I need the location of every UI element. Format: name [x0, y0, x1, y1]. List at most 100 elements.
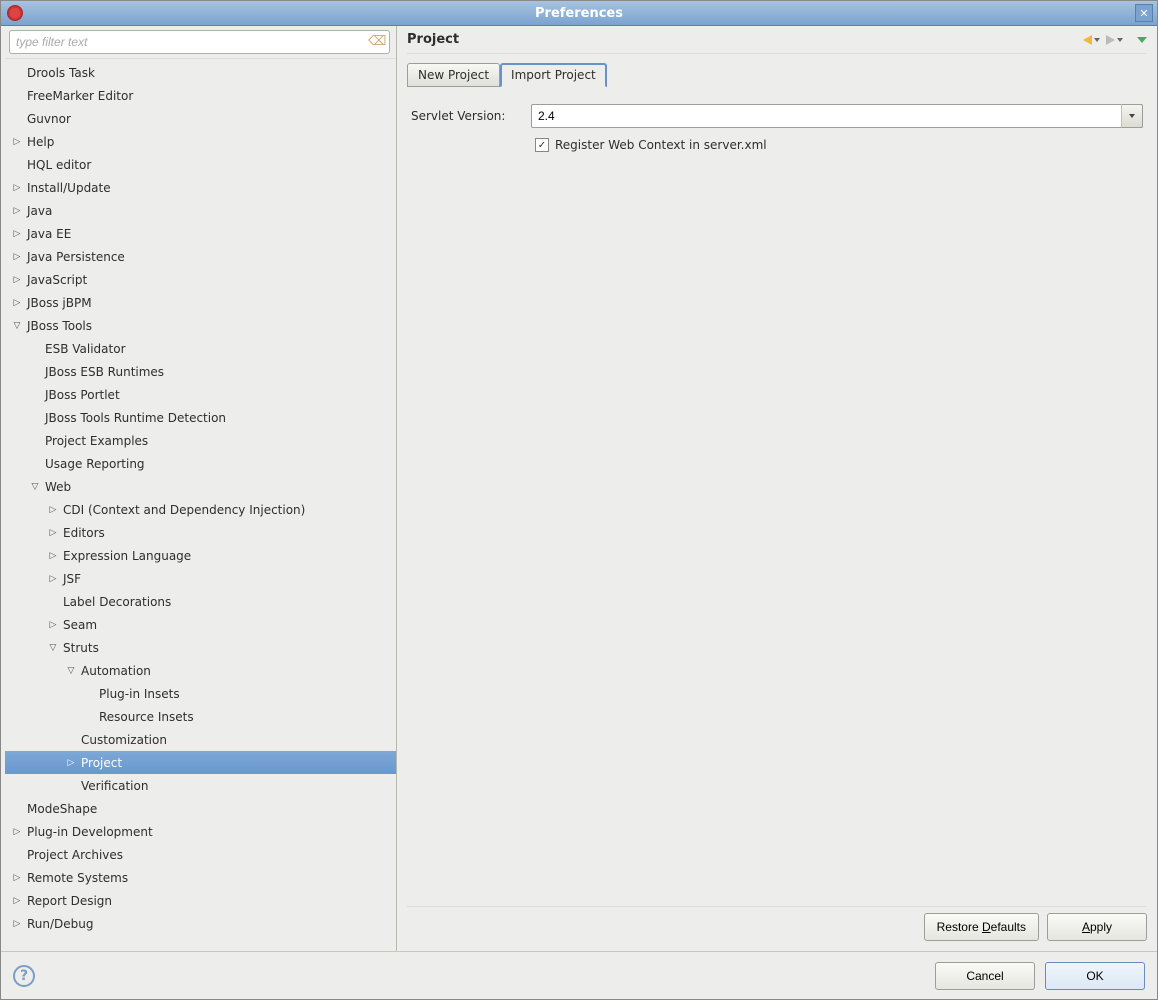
tree-item[interactable]: ▷Help [5, 130, 396, 153]
tree-item[interactable]: ▷Java Persistence [5, 245, 396, 268]
tree-item[interactable]: Project Archives [5, 843, 396, 866]
restore-defaults-button[interactable]: Restore Defaults [924, 913, 1039, 941]
filter-input[interactable] [9, 30, 390, 54]
expand-closed-icon[interactable]: ▷ [11, 826, 23, 838]
expand-closed-icon[interactable]: ▷ [11, 872, 23, 884]
tab-bar: New Project Import Project [407, 62, 1147, 86]
tree-item[interactable]: Drools Task [5, 61, 396, 84]
tree-item[interactable]: ▷Seam [5, 613, 396, 636]
tree-item[interactable]: ▷Run/Debug [5, 912, 396, 935]
expand-closed-icon[interactable]: ▷ [47, 504, 59, 516]
arrow-left-icon [1083, 35, 1092, 45]
tree-item-label: Project Examples [41, 434, 148, 448]
tree-item-label: Drools Task [23, 66, 95, 80]
tree-item[interactable]: ▽Struts [5, 636, 396, 659]
nav-back-button[interactable] [1083, 35, 1100, 45]
tree-item-label: Help [23, 135, 54, 149]
expand-open-icon[interactable]: ▽ [29, 481, 41, 493]
tree-item-label: Project Archives [23, 848, 123, 862]
expand-closed-icon[interactable]: ▷ [11, 895, 23, 907]
tree-item[interactable]: ▷Java EE [5, 222, 396, 245]
expand-closed-icon[interactable]: ▷ [11, 136, 23, 148]
expand-open-icon[interactable]: ▽ [47, 642, 59, 654]
tree-item[interactable]: ▷Plug-in Development [5, 820, 396, 843]
servlet-version-value[interactable] [531, 104, 1143, 128]
expand-closed-icon[interactable]: ▷ [11, 251, 23, 263]
tree-item[interactable]: FreeMarker Editor [5, 84, 396, 107]
titlebar[interactable]: Preferences ✕ [1, 1, 1157, 26]
view-menu-button[interactable] [1137, 37, 1147, 43]
expand-closed-icon[interactable]: ▷ [47, 527, 59, 539]
tree-item[interactable]: JBoss ESB Runtimes [5, 360, 396, 383]
tree-item[interactable]: ▷Java [5, 199, 396, 222]
filter-wrap: ⌫ [5, 30, 396, 58]
servlet-version-select[interactable] [531, 104, 1143, 128]
tree-item[interactable]: ▷Editors [5, 521, 396, 544]
expand-closed-icon[interactable]: ▷ [47, 573, 59, 585]
right-footer: Restore Defaults Apply [407, 906, 1147, 947]
close-button[interactable]: ✕ [1135, 4, 1153, 22]
tree-item-label: Web [41, 480, 71, 494]
chevron-down-icon [1117, 38, 1123, 42]
expand-closed-icon[interactable]: ▷ [11, 274, 23, 286]
tree-item[interactable]: ▷JavaScript [5, 268, 396, 291]
tree-item[interactable]: ▽Automation [5, 659, 396, 682]
tree-item-label: Java Persistence [23, 250, 125, 264]
tree-item[interactable]: JBoss Portlet [5, 383, 396, 406]
tree-item[interactable]: HQL editor [5, 153, 396, 176]
expand-closed-icon[interactable]: ▷ [47, 619, 59, 631]
chevron-down-icon [1129, 114, 1135, 118]
tab-new-project[interactable]: New Project [407, 63, 500, 87]
tree-item[interactable]: Project Examples [5, 429, 396, 452]
tree-item[interactable]: ▷CDI (Context and Dependency Injection) [5, 498, 396, 521]
apply-button[interactable]: Apply [1047, 913, 1147, 941]
ok-button[interactable]: OK [1045, 962, 1145, 990]
cancel-button[interactable]: Cancel [935, 962, 1035, 990]
tree-item[interactable]: Plug-in Insets [5, 682, 396, 705]
tree-item[interactable]: ▷JSF [5, 567, 396, 590]
tree-item[interactable]: ModeShape [5, 797, 396, 820]
tree-item-label: Install/Update [23, 181, 111, 195]
tree-item[interactable]: ▽Web [5, 475, 396, 498]
tree-item[interactable]: ▽JBoss Tools [5, 314, 396, 337]
register-context-label[interactable]: Register Web Context in server.xml [555, 138, 767, 152]
expand-closed-icon[interactable]: ▷ [11, 228, 23, 240]
tree-item[interactable]: JBoss Tools Runtime Detection [5, 406, 396, 429]
tab-import-project[interactable]: Import Project [500, 63, 607, 87]
help-icon[interactable]: ? [13, 965, 35, 987]
tree-item[interactable]: ▷Remote Systems [5, 866, 396, 889]
expand-closed-icon[interactable]: ▷ [11, 297, 23, 309]
tree-item[interactable]: Verification [5, 774, 396, 797]
expand-closed-icon[interactable]: ▷ [11, 205, 23, 217]
tree-item-label: Automation [77, 664, 151, 678]
tree-item[interactable]: Label Decorations [5, 590, 396, 613]
expand-closed-icon[interactable]: ▷ [65, 757, 77, 769]
tree-item-label: Usage Reporting [41, 457, 145, 471]
expand-open-icon[interactable]: ▽ [11, 320, 23, 332]
nav-forward-button[interactable] [1106, 35, 1123, 45]
tree-item[interactable]: ▷Project [5, 751, 396, 774]
register-context-checkbox[interactable]: ✓ [535, 138, 549, 152]
tree-item[interactable]: Customization [5, 728, 396, 751]
app-icon [7, 5, 23, 21]
expand-open-icon[interactable]: ▽ [65, 665, 77, 677]
tree-item-label: HQL editor [23, 158, 91, 172]
tree-item[interactable]: ESB Validator [5, 337, 396, 360]
expand-closed-icon[interactable]: ▷ [11, 918, 23, 930]
expand-closed-icon[interactable]: ▷ [47, 550, 59, 562]
tree-item[interactable]: ▷Report Design [5, 889, 396, 912]
tree-item[interactable]: ▷JBoss jBPM [5, 291, 396, 314]
tree-item-label: Plug-in Development [23, 825, 153, 839]
tree-scroll[interactable]: Drools TaskFreeMarker EditorGuvnor▷HelpH… [5, 58, 396, 947]
tree-item-label: Editors [59, 526, 105, 540]
tree-item[interactable]: Guvnor [5, 107, 396, 130]
tree-item[interactable]: ▷Install/Update [5, 176, 396, 199]
tree-item[interactable]: Resource Insets [5, 705, 396, 728]
dropdown-button[interactable] [1121, 104, 1143, 128]
clear-filter-icon[interactable]: ⌫ [368, 34, 384, 50]
tree-item-label: Project [77, 756, 122, 770]
tree-item[interactable]: ▷Expression Language [5, 544, 396, 567]
servlet-version-row: Servlet Version: [411, 104, 1143, 128]
tree-item[interactable]: Usage Reporting [5, 452, 396, 475]
expand-closed-icon[interactable]: ▷ [11, 182, 23, 194]
